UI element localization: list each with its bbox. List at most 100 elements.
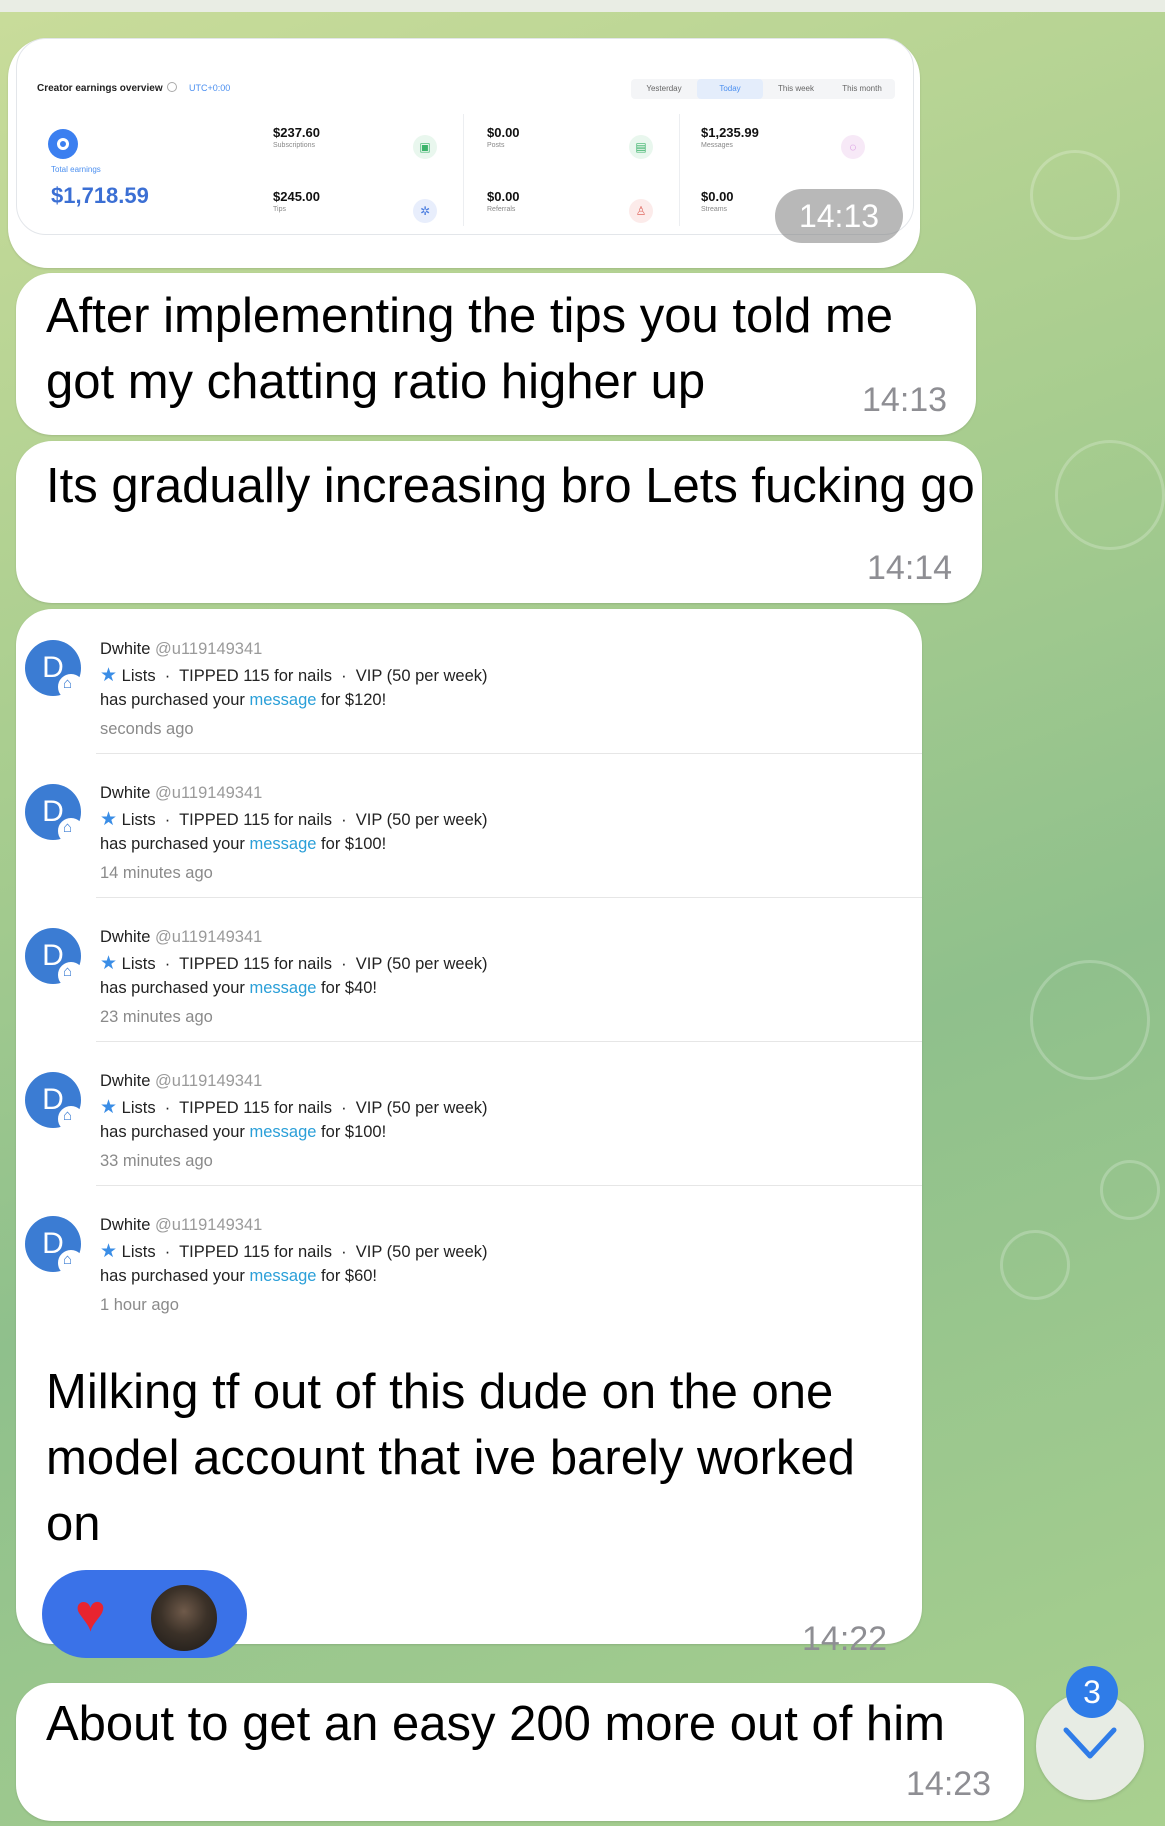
stat-label: Streams (701, 206, 728, 213)
message-link[interactable]: message (250, 1267, 317, 1285)
user-name[interactable]: Dwhite (100, 784, 150, 802)
tab-this-week[interactable]: This week (763, 79, 829, 99)
user-handle[interactable]: @u119149341 (155, 1072, 262, 1090)
total-earnings-value: $1,718.59 (51, 183, 149, 208)
messages-icon: ◌ (841, 135, 865, 159)
referrals-icon: ♙ (629, 199, 653, 223)
stat-value: $0.00 (701, 189, 734, 204)
body-amount: for $120! (316, 691, 387, 709)
tags-text: Lists · TIPPED 115 for nails · VIP (50 p… (121, 1099, 488, 1117)
total-earnings-label: Total earnings (51, 165, 101, 174)
notification-item[interactable]: D Dwhite @u119149341 ★ Lists · TIPPED 11… (16, 610, 922, 754)
notification-time: 23 minutes ago (100, 1008, 213, 1026)
notification-header: Dwhite @u119149341 (100, 928, 262, 947)
subscriptions-icon: ▣ (413, 135, 437, 159)
stat-tips: $245.00 Tips (273, 189, 320, 213)
body-text: has purchased your (100, 691, 250, 709)
message-bubble[interactable]: After implementing the tips you told me … (16, 273, 976, 435)
message-time: 14:13 (775, 189, 903, 243)
tab-today[interactable]: Today (697, 79, 763, 99)
message-time: 14:22 (802, 1620, 888, 1658)
notification-header: Dwhite @u119149341 (100, 1072, 262, 1091)
tag-icon (58, 1250, 84, 1276)
tags-text: Lists · TIPPED 115 for nails · VIP (50 p… (121, 955, 488, 973)
tag-icon (58, 1106, 84, 1132)
tags-text: Lists · TIPPED 115 for nails · VIP (50 p… (121, 667, 488, 685)
notification-tags: ★ Lists · TIPPED 115 for nails · VIP (50… (100, 808, 488, 831)
notification-item[interactable]: D Dwhite @u119149341 ★ Lists · TIPPED 11… (16, 1042, 922, 1186)
notification-item[interactable]: D Dwhite @u119149341 ★ Lists · TIPPED 11… (16, 898, 922, 1042)
notification-body: has purchased your message for $100! (100, 835, 386, 854)
user-name[interactable]: Dwhite (100, 1072, 150, 1090)
notification-time: 14 minutes ago (100, 864, 213, 882)
tag-icon (58, 818, 84, 844)
stat-label: Tips (273, 206, 286, 213)
message-link[interactable]: message (250, 835, 317, 853)
notification-body: has purchased your message for $60! (100, 1267, 377, 1286)
message-text: Milking tf out of this dude on the one m… (46, 1365, 855, 1551)
body-amount: for $100! (316, 835, 387, 853)
heart-icon[interactable]: ♥ (75, 1584, 106, 1644)
brand-logo-icon (48, 129, 78, 159)
message-link[interactable]: message (250, 691, 317, 709)
wallpaper-doodle (1100, 1160, 1160, 1220)
notification-tags: ★ Lists · TIPPED 115 for nails · VIP (50… (100, 952, 488, 975)
tag-icon (58, 962, 84, 988)
user-handle[interactable]: @u119149341 (155, 928, 262, 946)
stat-subscriptions: $237.60 Subscriptions (273, 125, 320, 149)
stat-label: Subscriptions (273, 142, 316, 149)
wallpaper-doodle (1000, 1230, 1070, 1300)
body-text: has purchased your (100, 835, 250, 853)
posts-icon: ▤ (629, 135, 653, 159)
body-amount: for $40! (316, 979, 378, 997)
message-text: After implementing the tips you told me … (46, 289, 894, 409)
message-text: Its gradually increasing bro Lets fuckin… (46, 459, 975, 513)
notification-header: Dwhite @u119149341 (100, 1216, 262, 1235)
star-icon: ★ (100, 1241, 118, 1262)
stat-value: $0.00 (487, 125, 520, 140)
message-bubble[interactable]: Its gradually increasing bro Lets fuckin… (16, 441, 982, 603)
stat-label: Posts (487, 142, 505, 149)
reactions-pill[interactable]: ♥ (42, 1570, 247, 1658)
tab-this-month[interactable]: This month (829, 79, 895, 99)
user-name[interactable]: Dwhite (100, 1216, 150, 1234)
stat-streams: $0.00 Streams (701, 189, 734, 213)
stat-messages: $1,235.99 Messages (701, 125, 759, 149)
divider (463, 114, 464, 226)
message-link[interactable]: message (250, 1123, 317, 1141)
message-time: 14:14 (867, 549, 953, 587)
notification-time: 1 hour ago (100, 1296, 179, 1314)
notification-time: 33 minutes ago (100, 1152, 213, 1170)
tab-yesterday[interactable]: Yesterday (631, 79, 697, 99)
star-icon: ★ (100, 1097, 118, 1118)
earnings-title: Creator earnings overview (37, 83, 163, 94)
message-bubble[interactable]: About to get an easy 200 more out of him… (16, 1683, 1024, 1821)
notification-item[interactable]: D Dwhite @u119149341 ★ Lists · TIPPED 11… (16, 754, 922, 898)
user-name[interactable]: Dwhite (100, 640, 150, 658)
user-name[interactable]: Dwhite (100, 928, 150, 946)
stat-posts: $0.00 Posts (487, 125, 520, 149)
stat-label: Messages (701, 142, 733, 149)
notification-body: has purchased your message for $120! (100, 691, 386, 710)
notification-body: has purchased your message for $40! (100, 979, 377, 998)
tags-text: Lists · TIPPED 115 for nails · VIP (50 p… (121, 1243, 488, 1261)
notification-item[interactable]: D Dwhite @u119149341 ★ Lists · TIPPED 11… (16, 1186, 922, 1330)
body-amount: for $100! (316, 1123, 387, 1141)
notification-tags: ★ Lists · TIPPED 115 for nails · VIP (50… (100, 1096, 488, 1119)
stat-referrals: $0.00 Referrals (487, 189, 520, 213)
stat-value: $0.00 (487, 189, 520, 204)
user-handle[interactable]: @u119149341 (155, 1216, 262, 1234)
stat-label: Referrals (487, 206, 516, 213)
user-handle[interactable]: @u119149341 (155, 640, 262, 658)
message-link[interactable]: message (250, 979, 317, 997)
tips-icon: ✲ (413, 199, 437, 223)
star-icon: ★ (100, 809, 118, 830)
message-time: 14:13 (862, 381, 948, 419)
tag-icon (58, 674, 84, 700)
user-handle[interactable]: @u119149341 (155, 784, 262, 802)
tags-text: Lists · TIPPED 115 for nails · VIP (50 p… (121, 811, 488, 829)
notification-time: seconds ago (100, 720, 194, 738)
star-icon: ★ (100, 665, 118, 686)
reactor-avatar[interactable] (148, 1582, 220, 1654)
wallpaper-doodle (1030, 960, 1150, 1080)
